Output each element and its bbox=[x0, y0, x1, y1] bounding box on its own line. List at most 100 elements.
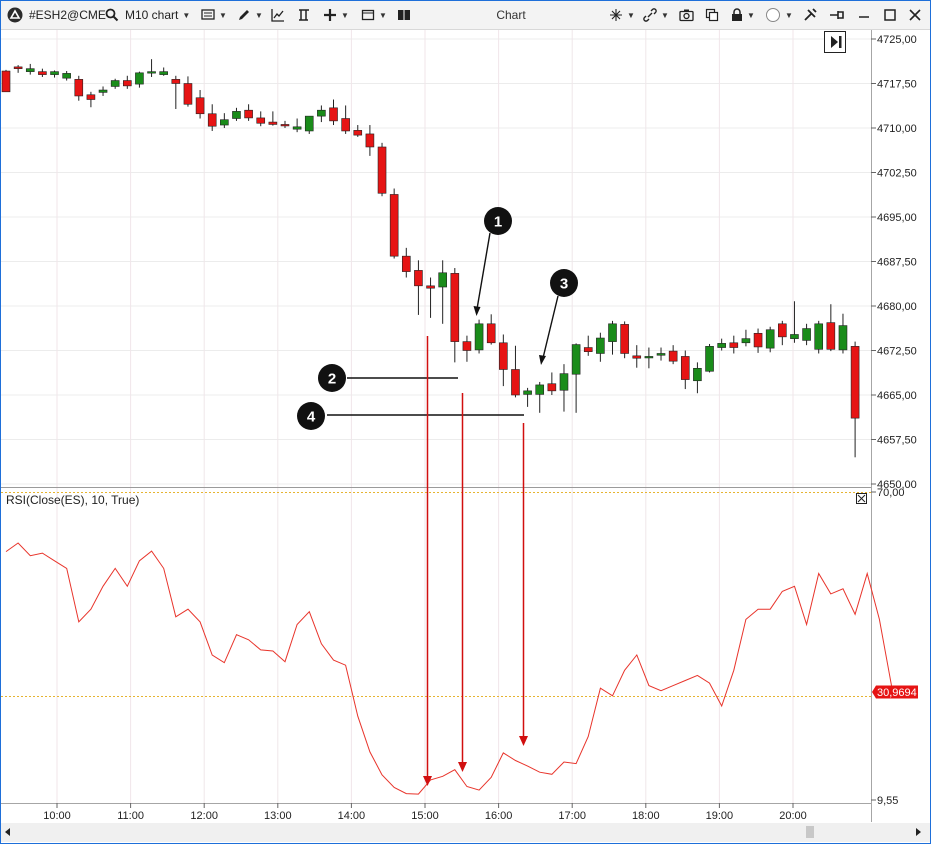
price-tick-label: 4665,00 bbox=[877, 390, 917, 402]
candle-body bbox=[826, 322, 836, 350]
candle[interactable] bbox=[705, 343, 714, 373]
candle-body bbox=[426, 285, 435, 289]
candle[interactable] bbox=[135, 71, 144, 88]
candle-body bbox=[620, 324, 629, 354]
candle[interactable] bbox=[511, 345, 520, 398]
candle[interactable] bbox=[814, 320, 824, 354]
candle[interactable] bbox=[317, 105, 326, 123]
candle[interactable] bbox=[159, 67, 168, 76]
candle-body bbox=[814, 323, 824, 350]
candle[interactable] bbox=[608, 320, 617, 355]
candle-body bbox=[244, 109, 253, 119]
rsi-last-value-label: 30,9694 bbox=[877, 687, 917, 699]
candle[interactable] bbox=[220, 113, 229, 128]
horizontal-scrollbar[interactable] bbox=[1, 823, 930, 842]
candle[interactable] bbox=[547, 372, 557, 395]
candle[interactable] bbox=[583, 335, 593, 356]
candle[interactable] bbox=[462, 335, 472, 362]
time-tick-label: 15:00 bbox=[411, 810, 439, 822]
candle[interactable] bbox=[523, 387, 532, 407]
candle[interactable] bbox=[353, 125, 363, 137]
candle[interactable] bbox=[474, 319, 484, 354]
candle[interactable] bbox=[741, 329, 751, 347]
candle-body bbox=[790, 334, 799, 339]
candle-body bbox=[838, 325, 848, 351]
annotation-lines bbox=[327, 232, 559, 416]
candle[interactable] bbox=[778, 320, 787, 346]
candle[interactable] bbox=[341, 105, 350, 134]
time-tick-label: 16:00 bbox=[485, 810, 513, 822]
candle[interactable] bbox=[693, 362, 702, 394]
candle-body bbox=[401, 255, 411, 272]
indicator-close-icon[interactable] bbox=[856, 493, 867, 504]
scroll-to-end-button[interactable] bbox=[824, 31, 846, 53]
candle[interactable] bbox=[535, 381, 545, 413]
candle[interactable] bbox=[171, 75, 181, 110]
candle[interactable] bbox=[414, 260, 423, 315]
candle[interactable] bbox=[802, 323, 811, 346]
candle[interactable] bbox=[304, 115, 314, 134]
candle[interactable] bbox=[426, 277, 435, 318]
candle-body bbox=[729, 342, 739, 348]
candle[interactable] bbox=[571, 343, 581, 413]
candle[interactable] bbox=[499, 334, 508, 387]
candle[interactable] bbox=[401, 247, 411, 278]
candle[interactable] bbox=[438, 260, 447, 324]
candle[interactable] bbox=[292, 118, 302, 133]
candle[interactable] bbox=[74, 75, 84, 101]
candle-body bbox=[135, 72, 144, 85]
candle[interactable] bbox=[147, 59, 156, 77]
scrollbar-thumb[interactable] bbox=[806, 826, 814, 838]
marker-1-label: 1 bbox=[494, 214, 502, 231]
candle[interactable] bbox=[195, 90, 205, 119]
candle[interactable] bbox=[717, 338, 726, 351]
chart-canvas[interactable]: 4725,00 4717,50 4710,00 4702,50 4695,00 4687,… bbox=[0, 0, 931, 844]
time-tick-label: 19:00 bbox=[706, 810, 734, 822]
candle[interactable] bbox=[38, 68, 47, 77]
candle[interactable] bbox=[620, 321, 629, 359]
candle-body bbox=[25, 68, 35, 72]
candle[interactable] bbox=[668, 345, 678, 365]
candle[interactable] bbox=[329, 99, 338, 126]
candle[interactable] bbox=[389, 188, 399, 259]
candle[interactable] bbox=[450, 268, 460, 363]
candle[interactable] bbox=[256, 111, 266, 127]
candle[interactable] bbox=[25, 63, 35, 75]
candle[interactable] bbox=[207, 104, 217, 131]
candle-body bbox=[450, 273, 460, 342]
candle[interactable] bbox=[656, 347, 666, 361]
candle[interactable] bbox=[765, 326, 775, 353]
candle[interactable] bbox=[838, 313, 848, 354]
rsi-series bbox=[5, 542, 892, 795]
candle-body bbox=[62, 73, 71, 79]
candle[interactable] bbox=[753, 328, 763, 353]
candle[interactable] bbox=[268, 111, 278, 126]
candle[interactable] bbox=[98, 86, 108, 96]
marker-3: 3 bbox=[550, 269, 578, 297]
candle[interactable] bbox=[280, 120, 290, 128]
candle[interactable] bbox=[232, 107, 241, 121]
candle[interactable] bbox=[365, 125, 375, 156]
candle[interactable] bbox=[244, 104, 253, 121]
candle[interactable] bbox=[1, 69, 11, 93]
candle[interactable] bbox=[183, 76, 193, 107]
candle[interactable] bbox=[86, 91, 96, 108]
divergence-arrows bbox=[423, 336, 528, 786]
candle[interactable] bbox=[559, 364, 569, 412]
candle[interactable] bbox=[826, 304, 836, 352]
candle[interactable] bbox=[486, 314, 496, 345]
candle[interactable] bbox=[790, 301, 799, 343]
candle[interactable] bbox=[632, 345, 642, 368]
candle-body bbox=[583, 347, 593, 352]
candle-body bbox=[280, 124, 290, 127]
candle[interactable] bbox=[110, 78, 120, 89]
price-tick-label: 4680,00 bbox=[877, 301, 917, 313]
candle[interactable] bbox=[596, 332, 605, 362]
candle[interactable] bbox=[13, 65, 23, 73]
candle[interactable] bbox=[62, 71, 71, 81]
candle[interactable] bbox=[377, 142, 387, 197]
candle-body bbox=[268, 121, 278, 125]
marker-4-label: 4 bbox=[307, 409, 316, 426]
candle-body bbox=[559, 373, 569, 391]
candle[interactable] bbox=[680, 350, 690, 390]
